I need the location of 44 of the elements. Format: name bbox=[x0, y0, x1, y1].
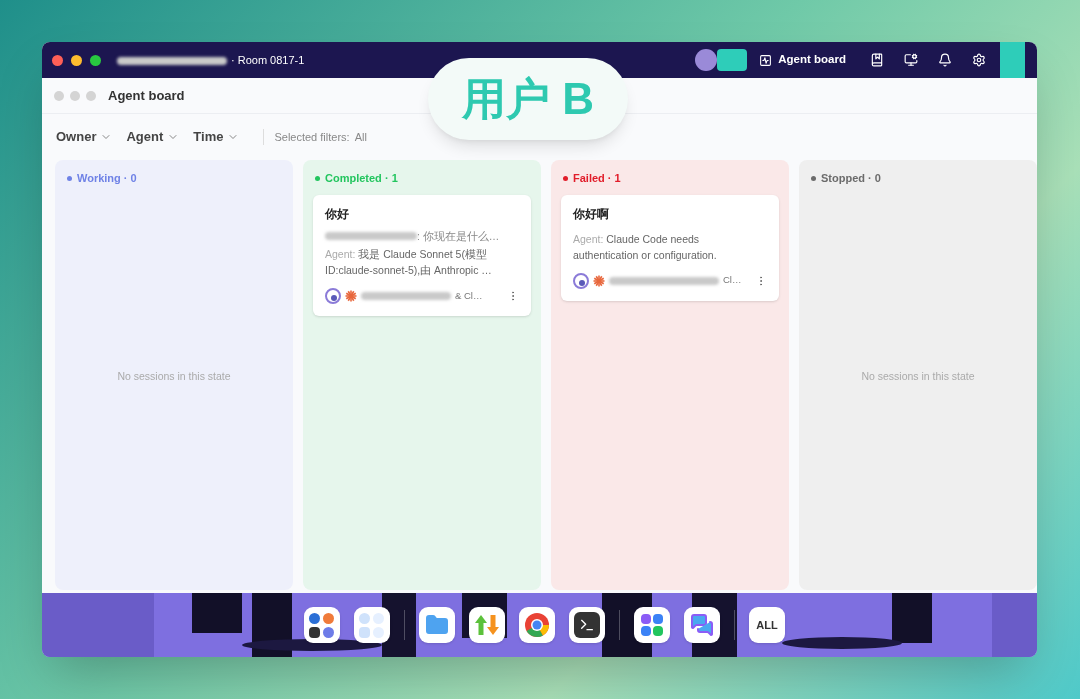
avatar-icon bbox=[573, 272, 589, 289]
room-title: · Room 0817-1 bbox=[231, 52, 305, 68]
column-title: Stopped · 0 bbox=[821, 171, 881, 186]
monitor-icon[interactable] bbox=[904, 53, 918, 67]
bell-icon[interactable] bbox=[938, 53, 952, 67]
card-title: 你好 bbox=[325, 205, 350, 223]
terminal-icon[interactable] bbox=[569, 607, 605, 643]
column-title: Working · 0 bbox=[77, 171, 137, 186]
window-title: Agent board bbox=[108, 86, 185, 105]
agent-board-button[interactable]: Agent board bbox=[759, 51, 846, 69]
activity-icon bbox=[759, 53, 773, 67]
folder-icon[interactable] bbox=[419, 607, 455, 643]
filter-dropdown[interactable]: Agent bbox=[126, 127, 180, 147]
session-card[interactable]: 你好 : 你现在是什么… Agent: 我是 Claude Sonnet 5(模型 ID:claude-sonnet-5),由 Anthropic … & Cl… bbox=[313, 194, 531, 317]
owner-text: Cl… bbox=[723, 273, 742, 288]
filter-dropdown[interactable]: Time bbox=[193, 127, 240, 147]
app-group-icon[interactable] bbox=[354, 607, 390, 643]
chat-icon[interactable] bbox=[684, 607, 720, 643]
user-message: : 你现在是什么… bbox=[417, 228, 500, 244]
browser-icon[interactable] bbox=[519, 607, 555, 643]
all-apps-button[interactable]: ALL bbox=[749, 607, 785, 643]
empty-message: No sessions in this state bbox=[861, 369, 975, 385]
owner-text: & Cl… bbox=[455, 289, 483, 304]
session-card[interactable]: 你好啊 Agent: Claude Code needs authentication or configuration. Cl… bbox=[561, 194, 779, 301]
user-badge: 用户 B bbox=[428, 58, 628, 140]
filter-dropdown[interactable]: Owner bbox=[56, 127, 113, 147]
agent-reply: Agent: 我是 Claude Sonnet 5(模型 ID:claude-sonnet-5),由 Anthropic … bbox=[325, 247, 493, 279]
empty-message: No sessions in this state bbox=[117, 369, 231, 385]
avatar-icon bbox=[325, 288, 341, 305]
card-title: 你好啊 bbox=[573, 205, 610, 223]
column-title: Completed · 1 bbox=[325, 171, 398, 186]
book-icon[interactable] bbox=[870, 53, 884, 67]
app-group-icon[interactable] bbox=[304, 607, 340, 643]
filters-label: Selected filters: bbox=[274, 129, 350, 145]
settings-icon[interactable] bbox=[972, 53, 986, 67]
sparkle-icon bbox=[345, 290, 357, 303]
up-down-arrows-icon[interactable] bbox=[469, 607, 505, 643]
sparkle-icon bbox=[593, 274, 605, 287]
avatar-icon[interactable] bbox=[695, 49, 718, 71]
filters-value: All bbox=[354, 129, 367, 145]
agent-reply: Agent: Claude Code needs authentication or configuration. bbox=[573, 231, 718, 263]
app-grid-icon[interactable] bbox=[634, 607, 670, 643]
user-chip[interactable] bbox=[717, 49, 748, 71]
column-title: Failed · 1 bbox=[573, 171, 621, 186]
